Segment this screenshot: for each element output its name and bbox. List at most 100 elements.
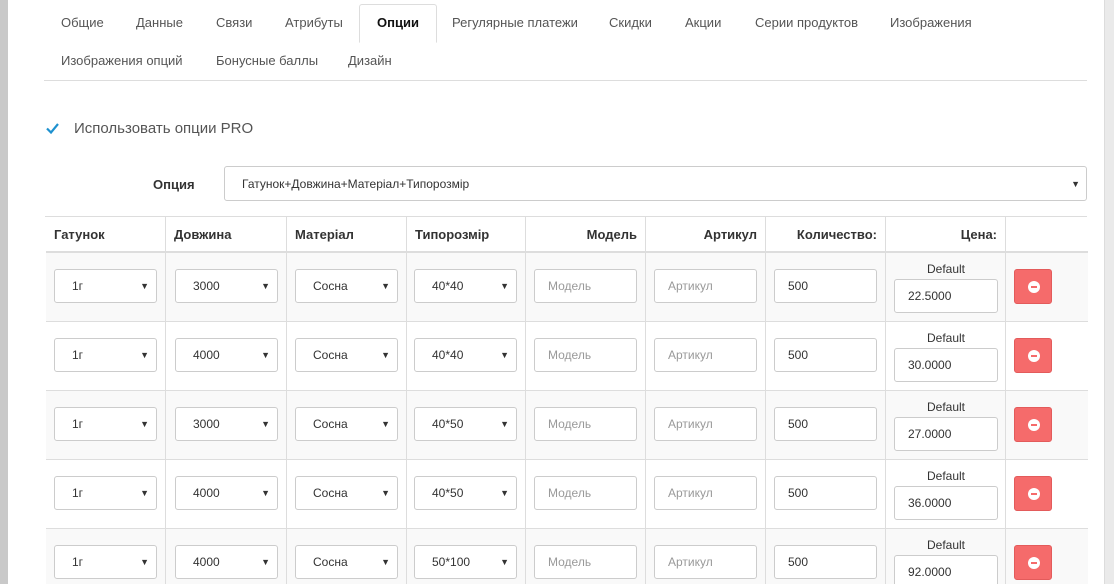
- tab-attributes[interactable]: Атрибуты: [268, 4, 360, 42]
- price-input[interactable]: 36.0000: [894, 486, 998, 520]
- tab-specials[interactable]: Акции: [668, 4, 738, 42]
- material-select[interactable]: Сосна ▼: [295, 269, 398, 303]
- size-select-value: 40*50: [432, 417, 464, 431]
- tab-options[interactable]: Опции: [359, 4, 437, 43]
- grade-select[interactable]: 1г ▼: [54, 407, 157, 441]
- caret-down-icon: ▼: [261, 488, 270, 498]
- size-select[interactable]: 40*50 ▼: [414, 407, 517, 441]
- option-label: Опция: [153, 177, 195, 192]
- material-select[interactable]: Сосна ▼: [295, 407, 398, 441]
- cell-actions: [1006, 253, 1088, 322]
- model-input[interactable]: Модель: [534, 338, 637, 372]
- sku-input[interactable]: Артикул: [654, 269, 757, 303]
- quantity-input[interactable]: 500: [774, 545, 877, 579]
- quantity-input[interactable]: 500: [774, 338, 877, 372]
- price-input[interactable]: 27.0000: [894, 417, 998, 451]
- caret-down-icon: ▼: [261, 557, 270, 567]
- price-group-label: Default: [926, 262, 966, 276]
- option-select[interactable]: Гатунок+Довжина+Матеріал+Типорозмір ▼: [224, 166, 1087, 201]
- remove-row-button[interactable]: [1014, 476, 1052, 511]
- cell-price: Default 36.0000: [886, 460, 1006, 529]
- caret-down-icon: ▼: [381, 350, 390, 360]
- cell-price: Default 22.5000: [886, 253, 1006, 322]
- cell-size: 40*40 ▼: [407, 253, 526, 322]
- grade-select[interactable]: 1г ▼: [54, 545, 157, 579]
- grade-select[interactable]: 1г ▼: [54, 269, 157, 303]
- remove-row-button[interactable]: [1014, 338, 1052, 373]
- tab-links[interactable]: Связи: [199, 4, 269, 42]
- size-select[interactable]: 40*50 ▼: [414, 476, 517, 510]
- header-length: Довжина: [166, 217, 287, 253]
- size-select[interactable]: 40*40 ▼: [414, 269, 517, 303]
- tab-reward-points[interactable]: Бонусные баллы: [199, 42, 335, 80]
- tab-recurring[interactable]: Регулярные платежи: [435, 4, 595, 42]
- material-select-value: Сосна: [313, 279, 348, 293]
- model-input[interactable]: Модель: [534, 407, 637, 441]
- minus-circle-icon: [1028, 419, 1040, 431]
- tab-design[interactable]: Дизайн: [331, 42, 409, 80]
- price-input[interactable]: 22.5000: [894, 279, 998, 313]
- cell-actions: [1006, 322, 1088, 391]
- cell-material: Сосна ▼: [287, 460, 407, 529]
- minus-circle-icon: [1028, 281, 1040, 293]
- tab-option-images[interactable]: Изображения опций: [44, 42, 200, 80]
- material-select[interactable]: Сосна ▼: [295, 338, 398, 372]
- cell-length: 3000 ▼: [166, 391, 287, 460]
- table-row: 1г ▼ 3000 ▼ Сосна ▼ 40*40 ▼ Модель Артик…: [46, 253, 1088, 322]
- table-row: 1г ▼ 4000 ▼ Сосна ▼ 40*40 ▼ Модель Артик…: [46, 322, 1088, 391]
- caret-down-icon: ▼: [381, 557, 390, 567]
- length-select[interactable]: 4000 ▼: [175, 476, 278, 510]
- caret-down-icon: ▼: [500, 281, 509, 291]
- size-select[interactable]: 40*40 ▼: [414, 338, 517, 372]
- tab-product-series[interactable]: Серии продуктов: [738, 4, 875, 42]
- tab-data[interactable]: Данные: [119, 4, 200, 42]
- quantity-input[interactable]: 500: [774, 269, 877, 303]
- model-input[interactable]: Модель: [534, 269, 637, 303]
- caret-down-icon: ▼: [140, 488, 149, 498]
- tab-general[interactable]: Общие: [44, 4, 121, 42]
- grade-select[interactable]: 1г ▼: [54, 476, 157, 510]
- quantity-input[interactable]: 500: [774, 476, 877, 510]
- quantity-input[interactable]: 500: [774, 407, 877, 441]
- sku-input[interactable]: Артикул: [654, 338, 757, 372]
- cell-size: 40*50 ▼: [407, 391, 526, 460]
- tab-discounts[interactable]: Скидки: [592, 4, 669, 42]
- cell-material: Сосна ▼: [287, 253, 407, 322]
- caret-down-icon: ▼: [381, 419, 390, 429]
- sku-input[interactable]: Артикул: [654, 545, 757, 579]
- left-edge: [0, 0, 8, 584]
- grade-select-value: 1г: [72, 279, 84, 293]
- use-pro-options[interactable]: Использовать опции PRO: [45, 120, 253, 137]
- remove-row-button[interactable]: [1014, 407, 1052, 442]
- length-select-value: 3000: [193, 279, 220, 293]
- caret-down-icon: ▼: [381, 488, 390, 498]
- remove-row-button[interactable]: [1014, 545, 1052, 580]
- grade-select[interactable]: 1г ▼: [54, 338, 157, 372]
- length-select-value: 4000: [193, 486, 220, 500]
- remove-row-button[interactable]: [1014, 269, 1052, 304]
- cell-size: 50*100 ▼: [407, 529, 526, 584]
- header-model: Модель: [526, 217, 646, 253]
- price-input[interactable]: 30.0000: [894, 348, 998, 382]
- minus-circle-icon: [1028, 557, 1040, 569]
- length-select[interactable]: 3000 ▼: [175, 269, 278, 303]
- scrollbar-track[interactable]: [1104, 0, 1114, 584]
- length-select[interactable]: 3000 ▼: [175, 407, 278, 441]
- tab-images[interactable]: Изображения: [873, 4, 989, 42]
- grade-select-value: 1г: [72, 348, 84, 362]
- checkmark-icon[interactable]: [45, 121, 60, 136]
- size-select[interactable]: 50*100 ▼: [414, 545, 517, 579]
- sku-input[interactable]: Артикул: [654, 476, 757, 510]
- cell-grade: 1г ▼: [46, 322, 166, 391]
- price-input[interactable]: 92.0000: [894, 555, 998, 584]
- model-input[interactable]: Модель: [534, 545, 637, 579]
- caret-down-icon: ▼: [140, 419, 149, 429]
- model-input[interactable]: Модель: [534, 476, 637, 510]
- length-select[interactable]: 4000 ▼: [175, 338, 278, 372]
- material-select[interactable]: Сосна ▼: [295, 476, 398, 510]
- material-select[interactable]: Сосна ▼: [295, 545, 398, 579]
- sku-input[interactable]: Артикул: [654, 407, 757, 441]
- length-select[interactable]: 4000 ▼: [175, 545, 278, 579]
- length-select-value: 4000: [193, 348, 220, 362]
- cell-price: Default 27.0000: [886, 391, 1006, 460]
